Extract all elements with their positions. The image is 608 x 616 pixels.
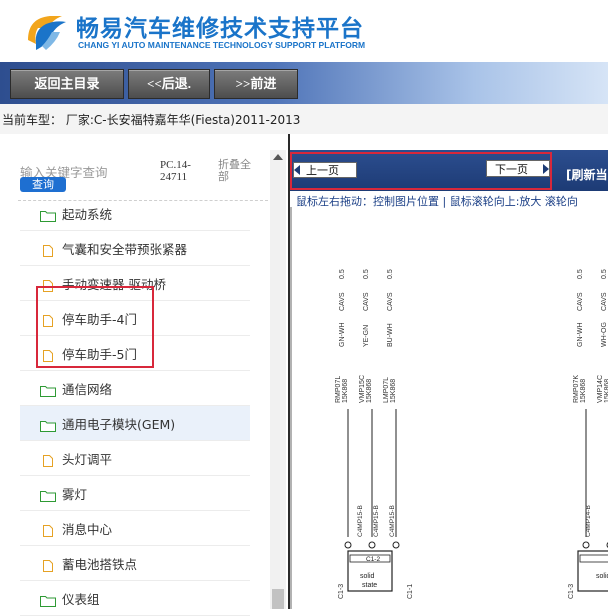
tree-item[interactable]: 气囊和安全带预张紧器 bbox=[20, 231, 250, 266]
tree-list: 起动系统 气囊和安全带预张紧器 手动变速器 驱动桥 停车助手-4门 停车助手-5门 通信网… bbox=[20, 196, 250, 616]
tree-item-label: 通用电子模块(GEM) bbox=[62, 416, 176, 432]
pc-code-label: PC.14- 24711 bbox=[160, 159, 191, 183]
nav-bar: 返回主目录 <<后退. >>前进 bbox=[0, 62, 608, 104]
scrollbar[interactable] bbox=[270, 150, 286, 609]
wire-type-label: CAVS bbox=[577, 292, 584, 311]
circuit-label: VMP15C bbox=[359, 375, 366, 403]
terminal-pin bbox=[368, 541, 376, 549]
terminal-pin bbox=[392, 541, 400, 549]
circuit-label: 15K868 bbox=[390, 379, 397, 403]
connector-label: C4MP15-B bbox=[373, 505, 380, 537]
pin-label: C1-3 bbox=[338, 584, 345, 599]
circuit-label: RMP07L bbox=[335, 376, 342, 403]
circuit-label: 15K868 bbox=[604, 379, 608, 403]
sensor-connector bbox=[579, 554, 608, 563]
wire-color-label: YE-GN bbox=[363, 325, 370, 347]
circuit-label: RMP07K bbox=[573, 375, 580, 403]
connector-label: C4MP15-B bbox=[357, 505, 364, 537]
tree-item-label: 起动系统 bbox=[62, 206, 113, 222]
folder-icon bbox=[40, 592, 56, 607]
wire-gauge-label: 0.5 bbox=[363, 269, 370, 279]
document-icon bbox=[40, 242, 56, 257]
wire-type-label: CAVS bbox=[387, 292, 394, 311]
tree-item[interactable]: 起动系统 bbox=[20, 196, 250, 231]
tree-item[interactable]: 头灯调平 bbox=[20, 441, 250, 476]
current-model-label: 当前车型： 厂家:C-长安福特嘉年华(Fiesta)2011-2013 bbox=[2, 113, 301, 127]
terminal-pin bbox=[344, 541, 352, 549]
tree-item-label: 气囊和安全带预张紧器 bbox=[62, 241, 188, 257]
tree-item[interactable]: 消息中心 bbox=[20, 511, 250, 546]
tree-item[interactable]: 通用电子模块(GEM) bbox=[20, 406, 250, 441]
home-button[interactable]: 返回主目录 bbox=[10, 69, 124, 99]
scrollbar-thumb[interactable] bbox=[272, 589, 284, 609]
wire-gauge-label: 0.5 bbox=[387, 269, 394, 279]
logo-icon bbox=[28, 16, 66, 50]
header: 畅易汽车维修技术支持平台 CHANG YI AUTO MAINTENANCE T… bbox=[0, 0, 608, 62]
tree-item-label: 蓄电池搭铁点 bbox=[62, 556, 138, 572]
sidebar: 输入关键字查询 查询 PC.14- 24711 折叠全 部 起动系统 气囊和安全带… bbox=[0, 134, 288, 616]
wire-gauge-label: 0.5 bbox=[339, 269, 346, 279]
wiring-diagram[interactable]: 0.5CAVSGN-WHRMP07L 15K8680.5CAVSYE-GNVMP1… bbox=[290, 207, 608, 609]
document-icon bbox=[40, 557, 56, 572]
pin-label: C1-3 bbox=[568, 584, 575, 599]
circuit-label: 15K868 bbox=[342, 379, 349, 403]
connector-label: C4MP14-B bbox=[585, 505, 592, 537]
scroll-up-arrow-icon[interactable] bbox=[273, 154, 283, 160]
tree-item-label: 仪表组 bbox=[62, 591, 100, 607]
wire-gauge-label: 0.5 bbox=[601, 269, 608, 279]
refresh-link[interactable]: [刷新当 bbox=[566, 166, 608, 183]
terminal-pin bbox=[582, 541, 590, 549]
document-icon bbox=[40, 522, 56, 537]
pin-label: C1-1 bbox=[407, 584, 414, 599]
search-button[interactable]: 查询 bbox=[20, 177, 66, 192]
folder-icon bbox=[40, 487, 56, 502]
tree-item[interactable]: 雾灯 bbox=[20, 476, 250, 511]
connector-label: C4MP15-B bbox=[389, 505, 396, 537]
sensor-type-label: solid bbox=[360, 573, 375, 580]
wire-color-label: GN-WH bbox=[339, 323, 346, 348]
highlight-box bbox=[36, 286, 154, 368]
circuit-label: 15K868 bbox=[366, 379, 373, 403]
forward-button[interactable]: >>前进 bbox=[214, 69, 298, 99]
highlight-box-toolbar bbox=[290, 152, 552, 190]
wire-gauge-label: 0.5 bbox=[577, 269, 584, 279]
tree-item[interactable]: 蓄电池搭铁点 bbox=[20, 546, 250, 581]
tree-item-label: 消息中心 bbox=[62, 521, 113, 537]
circuit-label: 15K868 bbox=[580, 379, 587, 403]
circuit-label: LMP07L bbox=[383, 377, 390, 403]
sensor-type-label: state bbox=[362, 582, 377, 589]
folder-icon bbox=[40, 417, 56, 432]
collapse-all-link[interactable]: 折叠全 部 bbox=[218, 159, 251, 183]
tree-item-label: 通信网络 bbox=[62, 381, 113, 397]
circuit-label: VMP14C bbox=[597, 375, 604, 403]
wire-type-label: CAVS bbox=[601, 292, 608, 311]
wire-color-label: WH-OG bbox=[601, 322, 608, 347]
brand-subtitle: CHANG YI AUTO MAINTENANCE TECHNOLOGY SUP… bbox=[78, 40, 366, 50]
pin-label: C1-2 bbox=[366, 556, 380, 563]
model-bar: 当前车型： 厂家:C-长安福特嘉年华(Fiesta)2011-2013 bbox=[0, 104, 608, 134]
sensor-type-label: solid bbox=[596, 573, 608, 580]
wire-type-label: CAVS bbox=[339, 292, 346, 311]
wire-color-label: BU-WH bbox=[387, 323, 394, 347]
wire-type-label: CAVS bbox=[363, 292, 370, 311]
tree-item[interactable]: 通信网络 bbox=[20, 371, 250, 406]
folder-icon bbox=[40, 207, 56, 222]
back-button[interactable]: <<后退. bbox=[128, 69, 210, 99]
brand-title: 畅易汽车维修技术支持平台 bbox=[76, 16, 364, 42]
folder-icon bbox=[40, 382, 56, 397]
document-icon bbox=[40, 452, 56, 467]
tree-item[interactable]: 仪表组 bbox=[20, 581, 250, 616]
tree-item-label: 雾灯 bbox=[62, 486, 88, 502]
wire-color-label: GN-WH bbox=[577, 323, 584, 348]
tree-item-label: 头灯调平 bbox=[62, 451, 113, 467]
